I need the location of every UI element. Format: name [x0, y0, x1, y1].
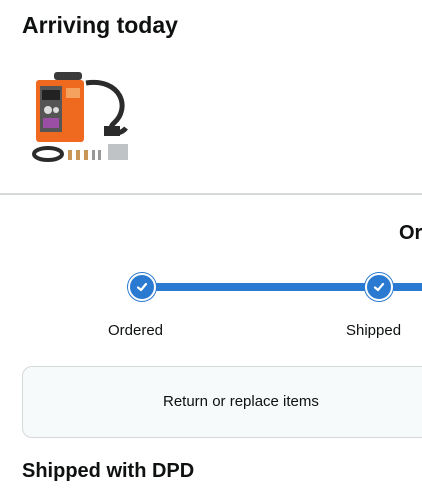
step-shipped-dot: [365, 273, 393, 301]
check-icon: [136, 282, 148, 292]
welder-machine-image: [32, 72, 128, 162]
return-replace-label: Return or replace items: [163, 393, 319, 410]
step-ordered-dot: [128, 273, 156, 301]
check-icon: [373, 282, 385, 292]
arriving-title: Arriving today: [22, 12, 178, 38]
product-image[interactable]: [26, 68, 136, 168]
step-ordered-label: Ordered: [108, 322, 164, 339]
order-status-heading: Or: [399, 222, 422, 244]
shipping-carrier-heading: Shipped with DPD: [22, 460, 195, 482]
section-divider: [0, 193, 422, 195]
step-shipped-label: Shipped: [346, 322, 402, 339]
order-tracking-page: Arriving today Or Ordered Shipped Return…: [0, 0, 422, 500]
